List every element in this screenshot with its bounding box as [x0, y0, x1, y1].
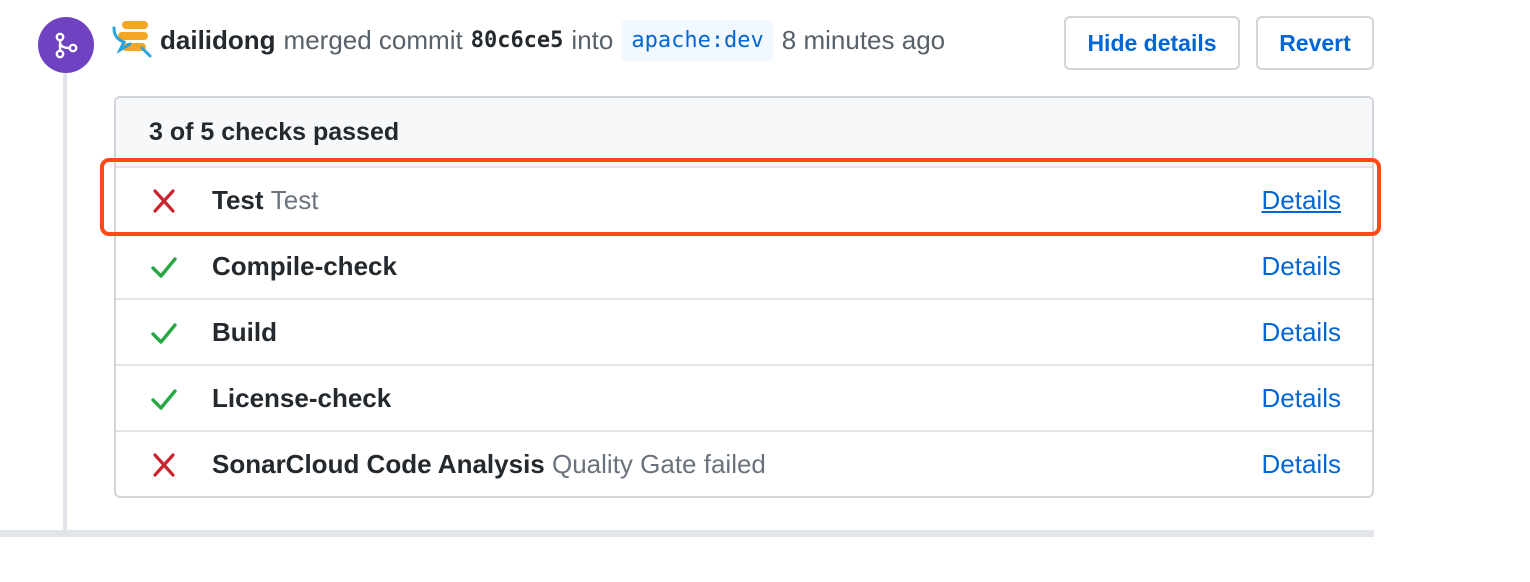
- event-action: merged commit: [283, 24, 463, 55]
- commit-sha[interactable]: 80c6ce5: [471, 28, 564, 53]
- timeline-line: [63, 70, 67, 530]
- check-icon: [150, 320, 178, 346]
- revert-button[interactable]: Revert: [1256, 16, 1374, 70]
- check-row-build: Build Details: [116, 298, 1372, 364]
- git-merge-icon: [38, 17, 94, 73]
- details-link[interactable]: Details: [1262, 449, 1341, 480]
- merge-event-line: dailidong merged commit 80c6ce5 into apa…: [160, 18, 945, 62]
- details-link[interactable]: Details: [1262, 383, 1341, 414]
- check-name: Build: [212, 316, 277, 347]
- check-icon: [150, 254, 178, 280]
- check-row-sonarcloud: SonarCloud Code Analysis Quality Gate fa…: [116, 430, 1372, 496]
- check-name: SonarCloud Code Analysis Quality Gate fa…: [212, 448, 766, 479]
- x-icon: [150, 452, 178, 478]
- check-name: Test Test: [212, 184, 319, 215]
- divider: [0, 530, 1374, 537]
- time-ago[interactable]: 8 minutes ago: [782, 25, 945, 56]
- check-row-license-check: License-check Details: [116, 364, 1372, 430]
- check-row-compile-check: Compile-check Details: [116, 232, 1372, 298]
- branch-label[interactable]: apache:dev: [622, 19, 773, 61]
- hide-details-button[interactable]: Hide details: [1064, 16, 1240, 70]
- checks-panel: 3 of 5 checks passed Test Test Details C…: [114, 96, 1374, 498]
- x-icon: [150, 188, 178, 214]
- into-word: into: [571, 24, 614, 55]
- check-description: Test: [270, 184, 319, 215]
- avatar[interactable]: [112, 20, 154, 58]
- check-name: License-check: [212, 382, 392, 413]
- checks-summary: 3 of 5 checks passed: [116, 98, 1372, 166]
- check-name: Compile-check: [212, 250, 397, 281]
- details-link[interactable]: Details: [1262, 317, 1341, 348]
- details-link[interactable]: Details: [1262, 251, 1341, 282]
- check-description: Quality Gate failed: [552, 448, 766, 479]
- author-name[interactable]: dailidong: [160, 25, 276, 56]
- check-row-test: Test Test Details: [116, 166, 1372, 232]
- check-icon: [150, 386, 178, 412]
- details-link[interactable]: Details: [1262, 185, 1341, 216]
